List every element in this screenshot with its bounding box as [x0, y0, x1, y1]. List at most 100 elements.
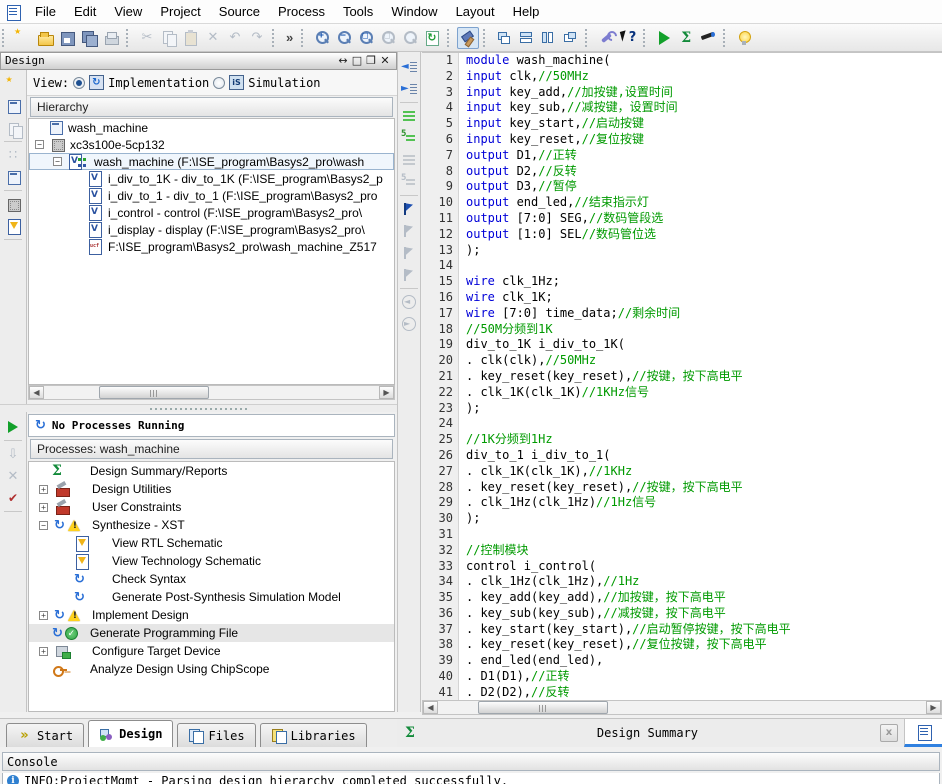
design-panel-titlebar[interactable]: Design ↔ □ ❐ ✕ — [0, 52, 397, 70]
blocks-disabled-icon[interactable]: ∷ — [3, 145, 23, 165]
zoom-in-icon[interactable]: + — [311, 27, 333, 49]
tab-design[interactable]: Design — [88, 720, 173, 747]
toolbar-grip[interactable] — [483, 29, 488, 47]
redo-icon[interactable]: ↷ — [246, 27, 268, 49]
code-line[interactable]: module wash_machine( — [466, 53, 942, 69]
scroll-track[interactable] — [44, 386, 379, 399]
toolbar-grip[interactable] — [447, 29, 452, 47]
code-line[interactable]: wire [7:0] time_data;//剩余时间 — [466, 306, 942, 322]
code-area[interactable]: module wash_machine(input clk,//50MHzinp… — [459, 53, 942, 700]
code-line[interactable]: input key_add,//加按键,设置时间 — [466, 85, 942, 101]
code-line[interactable]: . D1(D1),//正转 — [466, 669, 942, 685]
remove-source-icon[interactable] — [3, 167, 23, 187]
print-icon[interactable] — [100, 27, 122, 49]
toolbar-overflow-icon[interactable]: » — [282, 30, 297, 45]
process-item[interactable]: View RTL Schematic — [29, 534, 394, 552]
toggle-columns-icon[interactable] — [3, 515, 23, 535]
run-process-icon[interactable] — [3, 417, 23, 437]
code-line[interactable] — [466, 258, 942, 274]
code-line[interactable]: //50M分频到1K — [466, 322, 942, 338]
prev-marker-icon[interactable] — [399, 57, 419, 77]
hierarchy-item[interactable]: F:\ISE_program\Basys2_pro\wash_machine_Z… — [29, 238, 394, 255]
process-item[interactable]: +Configure Target Device — [29, 642, 394, 660]
close-icon[interactable]: ✕ — [378, 53, 392, 69]
search-gray-icon[interactable] — [399, 27, 421, 49]
hammer-icon[interactable] — [457, 27, 479, 49]
menu-process[interactable]: Process — [269, 1, 334, 22]
code-line[interactable] — [466, 527, 942, 543]
code-line[interactable]: . clk(clk),//50MHz — [466, 353, 942, 369]
code-line[interactable]: . key_start(key_start),//启动暂停按键，按下高电平 — [466, 622, 942, 638]
console-header[interactable]: Console — [2, 752, 940, 771]
code-line[interactable]: input key_start,//启动按键 — [466, 116, 942, 132]
expand-icon[interactable]: + — [39, 503, 48, 512]
process-item[interactable]: +User Constraints — [29, 498, 394, 516]
code-line[interactable]: . key_add(key_add),//加按键，按下高电平 — [466, 590, 942, 606]
scroll-left-icon[interactable]: ◀ — [423, 701, 438, 714]
code-line[interactable]: //1K分频到1Hz — [466, 432, 942, 448]
toolbar-grip[interactable] — [585, 29, 590, 47]
hierarchy-item[interactable]: i_div_to_1K - div_to_1K (F:\ISE_program\… — [29, 170, 394, 187]
code-line[interactable]: wire clk_1Hz; — [466, 274, 942, 290]
process-item[interactable]: ΣDesign Summary/Reports — [29, 462, 394, 480]
expand-icon[interactable]: + — [39, 485, 48, 494]
telescope-icon[interactable] — [697, 27, 719, 49]
new-file-icon[interactable] — [12, 27, 34, 49]
rerun-all-icon[interactable]: ✕ — [3, 466, 23, 486]
editor-hscrollbar[interactable]: ◀ ▶ — [422, 700, 942, 715]
zoom-out-icon[interactable]: − — [333, 27, 355, 49]
code-editor[interactable]: 1234567891011121314151617181920212223242… — [422, 52, 942, 700]
delete-icon[interactable]: ✕ — [202, 27, 224, 49]
doc-check-icon[interactable] — [3, 216, 23, 236]
process-item[interactable]: −↻Synthesize - XST — [29, 516, 394, 534]
scroll-right-icon[interactable]: ▶ — [926, 701, 941, 714]
process-item[interactable]: ↻✓Generate Programming File — [29, 624, 394, 642]
hierarchy-item[interactable]: i_display - display (F:\ISE_program\Basy… — [29, 221, 394, 238]
menu-view[interactable]: View — [105, 1, 151, 22]
code-line[interactable]: . key_sub(key_sub),//减按键，按下高电平 — [466, 606, 942, 622]
code-line[interactable] — [466, 416, 942, 432]
outdent-disabled-icon[interactable] — [399, 150, 419, 170]
save-icon[interactable] — [56, 27, 78, 49]
code-line[interactable]: . D2(D2),//反转 — [466, 685, 942, 700]
process-item[interactable]: ↻Generate Post-Synthesis Simulation Mode… — [29, 588, 394, 606]
indent-n-icon[interactable] — [399, 128, 419, 148]
nav-back-icon[interactable] — [399, 292, 419, 312]
expand-icon[interactable]: + — [39, 611, 48, 620]
menu-window[interactable]: Window — [382, 1, 446, 22]
process-item[interactable]: +Design Utilities — [29, 480, 394, 498]
save-all-icon[interactable] — [78, 27, 100, 49]
tile-h-icon[interactable] — [515, 27, 537, 49]
new-source-icon[interactable] — [3, 74, 23, 94]
expand-icon[interactable]: + — [39, 647, 48, 656]
dock-icon[interactable]: ↔ — [336, 53, 350, 69]
process-item[interactable]: +↻Implement Design — [29, 606, 394, 624]
run-play-icon[interactable] — [653, 27, 675, 49]
process-item[interactable]: View Technology Schematic — [29, 552, 394, 570]
code-line[interactable]: . key_reset(key_reset),//按键，按下高电平 — [466, 480, 942, 496]
code-line[interactable]: ); — [466, 401, 942, 417]
code-line[interactable]: . clk_1Hz(clk_1Hz)//1Hz信号 — [466, 495, 942, 511]
rerun-icon[interactable]: ⇩ — [3, 444, 23, 464]
chip-check-icon[interactable] — [3, 194, 23, 214]
code-line[interactable]: . end_led(end_led), — [466, 653, 942, 669]
code-line[interactable]: . clk_1K(clk_1K),//1KHz — [466, 464, 942, 480]
menu-tools[interactable]: Tools — [334, 1, 382, 22]
collapse-icon[interactable]: − — [39, 521, 48, 530]
toolbar-grip[interactable] — [643, 29, 648, 47]
design-summary-tab[interactable]: Design Summary — [415, 726, 880, 740]
bookmark-prev-disabled-icon[interactable] — [399, 221, 419, 241]
toolbar-grip[interactable] — [2, 29, 7, 47]
close-summary-icon[interactable]: x — [880, 724, 898, 742]
stop-check-icon[interactable]: ✔ — [3, 488, 23, 508]
tab-start[interactable]: »Start — [6, 723, 84, 747]
code-line[interactable]: control i_control( — [466, 559, 942, 575]
code-line[interactable]: . key_reset(key_reset),//按键，按下高电平 — [466, 369, 942, 385]
hierarchy-item[interactable]: wash_machine — [29, 119, 394, 136]
hierarchy-item[interactable]: −xc3s100e-5cp132 — [29, 136, 394, 153]
code-line[interactable]: output D3,//暂停 — [466, 179, 942, 195]
wrench-icon[interactable] — [595, 27, 617, 49]
process-item[interactable]: ↻Check Syntax — [29, 570, 394, 588]
open-folder-icon[interactable] — [34, 27, 56, 49]
code-line[interactable]: . clk_1Hz(clk_1Hz),//1Hz — [466, 574, 942, 590]
